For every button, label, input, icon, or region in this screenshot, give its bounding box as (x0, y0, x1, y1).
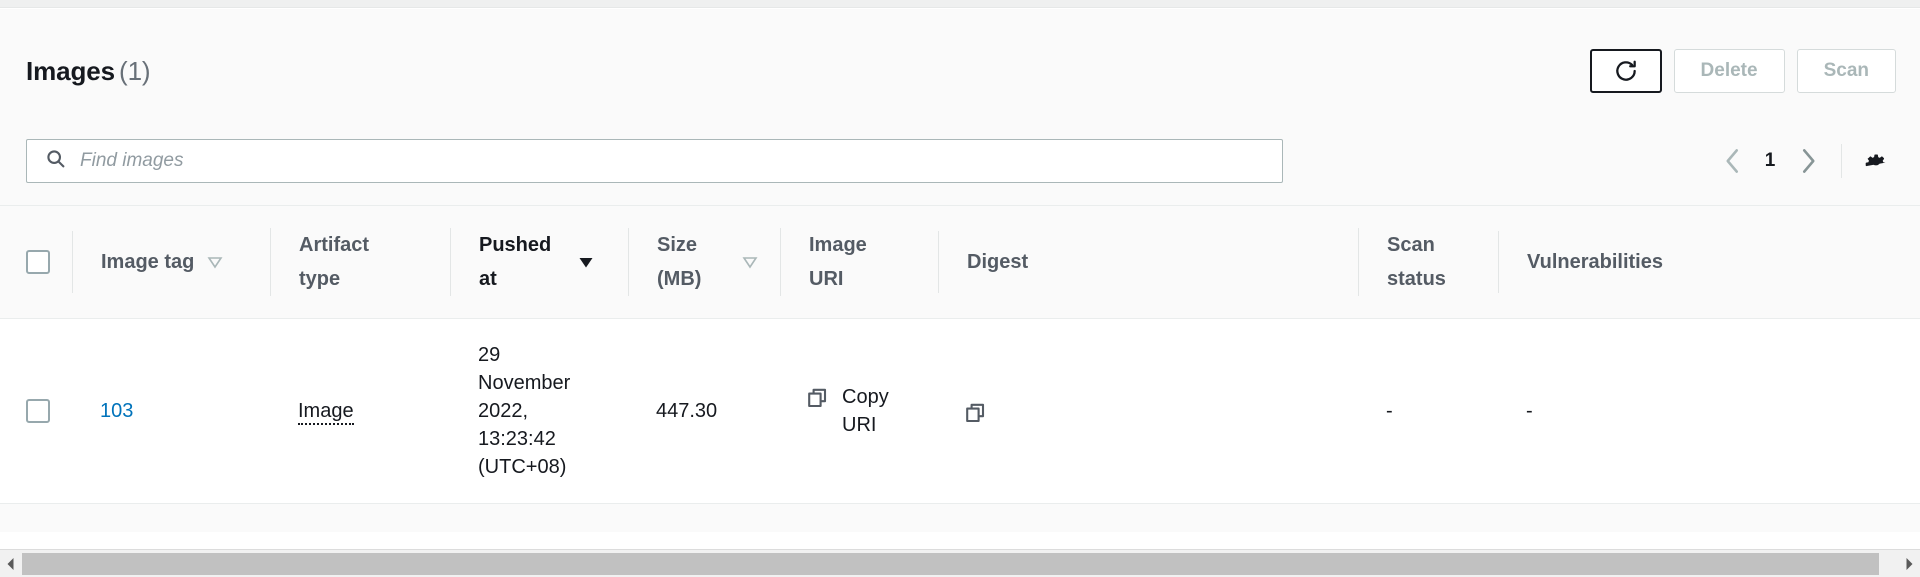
column-header-vulnerabilities-label: Vulnerabilities (1527, 251, 1663, 273)
pagination: 1 (1711, 139, 1896, 183)
column-header-artifact-type-label: Artifact type (299, 234, 370, 290)
column-header-artifact-type[interactable]: Artifact type (270, 205, 450, 319)
column-header-vulnerabilities[interactable]: Vulnerabilities (1498, 205, 1920, 319)
column-header-scan-status-label: Scan status (1387, 234, 1446, 290)
sort-descending-icon (206, 253, 224, 271)
table-row: 103 Image 29 November 2022, 13:23:42 (UT… (0, 318, 1920, 504)
row-select-cell (0, 318, 72, 504)
refresh-button[interactable] (1589, 49, 1662, 93)
sort-descending-active-icon (577, 253, 595, 271)
scroll-right-arrow-icon[interactable] (1898, 551, 1920, 577)
scroll-left-arrow-icon[interactable] (0, 551, 22, 577)
table-header-row: Image tag Artifact type Pushed at Size (… (0, 205, 1920, 319)
select-all-checkbox[interactable] (26, 250, 50, 274)
search-box[interactable] (26, 139, 1283, 183)
pushed-at-value: 29 November 2022, 13:23:42 (UTC+08) (478, 344, 571, 478)
search-icon (39, 148, 80, 174)
search-input[interactable] (80, 150, 1270, 172)
row-checkbox[interactable] (26, 399, 50, 423)
copy-icon[interactable] (806, 383, 830, 410)
column-header-image-tag-label: Image tag (101, 251, 195, 273)
column-header-image-uri-label: Image URI (809, 234, 867, 290)
gear-icon (1862, 147, 1890, 175)
top-strip (0, 0, 1920, 8)
horizontal-scrollbar[interactable] (0, 549, 1920, 577)
page-title: Images (1) (26, 55, 151, 87)
chevron-right-icon (1800, 147, 1817, 175)
scrollbar-track[interactable] (22, 550, 1898, 577)
page-title-text: Images (26, 56, 116, 86)
copy-uri-label[interactable]: Copy URI (842, 383, 914, 439)
refresh-icon (1613, 58, 1639, 84)
images-table: Image tag Artifact type Pushed at Size (… (0, 205, 1920, 504)
scan-status-value: - (1386, 400, 1393, 422)
copy-icon[interactable] (964, 398, 988, 425)
column-header-pushed-at-label: Pushed at (479, 234, 552, 290)
cell-pushed-at: 29 November 2022, 13:23:42 (UTC+08) (450, 318, 628, 504)
images-table-page: Images (1) Delete Scan Find images 1 Ima… (0, 0, 1920, 577)
column-header-digest[interactable]: Digest (938, 205, 1358, 319)
table-preferences-button[interactable] (1856, 141, 1896, 181)
cell-scan-status: - (1358, 318, 1498, 504)
header-actions: Delete Scan (1589, 49, 1896, 93)
column-header-digest-label: Digest (967, 251, 1029, 273)
column-header-pushed-at[interactable]: Pushed at (450, 205, 628, 319)
image-tag-link[interactable]: 103 (100, 400, 133, 422)
size-mb-value: 447.30 (656, 400, 718, 422)
cell-image-tag: 103 (72, 318, 270, 504)
pagination-divider (1841, 144, 1842, 178)
pagination-page-1[interactable]: 1 (1753, 150, 1787, 172)
vulnerabilities-value: - (1526, 400, 1533, 422)
chevron-left-icon (1724, 147, 1741, 175)
images-table-wrapper: Image tag Artifact type Pushed at Size (… (0, 205, 1920, 504)
pagination-prev-button[interactable] (1711, 140, 1753, 182)
cell-vulnerabilities: - (1498, 318, 1920, 504)
pagination-next-button[interactable] (1787, 140, 1829, 182)
cell-digest (938, 318, 1358, 504)
column-header-select (0, 205, 72, 319)
column-header-size-mb-label: Size (MB) (657, 234, 702, 290)
cell-artifact-type: Image (270, 318, 450, 504)
column-header-size-mb[interactable]: Size (MB) (628, 205, 780, 319)
artifact-type-value[interactable]: Image (298, 400, 354, 425)
column-header-image-tag[interactable]: Image tag (72, 205, 270, 319)
images-panel: Images (1) Delete Scan Find images 1 Ima… (0, 9, 1920, 532)
cell-size-mb: 447.30 (628, 318, 780, 504)
column-header-image-uri[interactable]: Image URI (780, 205, 938, 319)
panel-header: Images (1) Delete Scan (0, 9, 1920, 119)
page-title-count: (1) (119, 56, 151, 86)
delete-button[interactable]: Delete (1673, 49, 1785, 93)
column-header-scan-status[interactable]: Scan status (1358, 205, 1498, 319)
sort-descending-icon (741, 253, 759, 271)
scan-button[interactable]: Scan (1796, 49, 1896, 93)
cell-image-uri: Copy URI (780, 318, 938, 504)
scrollbar-thumb[interactable] (22, 552, 1880, 575)
filter-row: 1 (0, 119, 1920, 205)
